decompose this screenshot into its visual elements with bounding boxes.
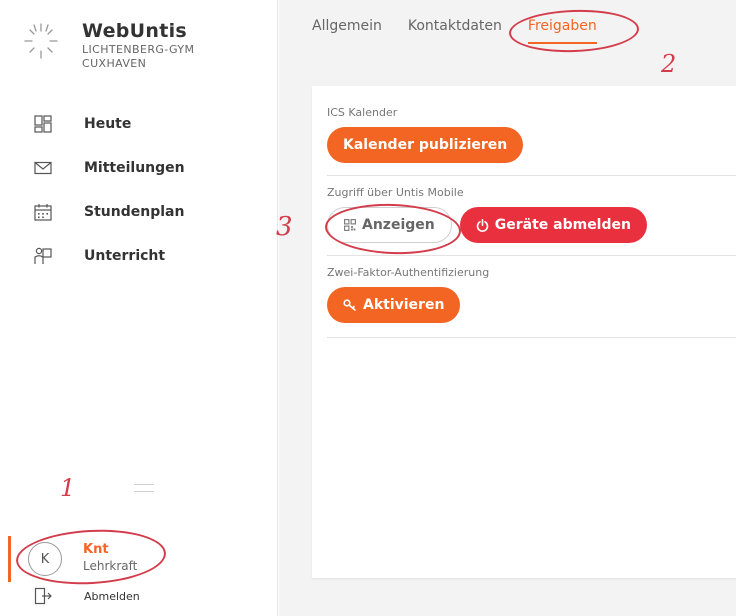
annotation-number-3: 3: [276, 212, 293, 242]
calendar-icon: [34, 204, 52, 221]
sidebar-item-label: Stundenplan: [84, 204, 185, 220]
sidebar-item-label: Heute: [84, 116, 132, 132]
mail-icon: [34, 161, 52, 175]
annotation-number-1: 1: [60, 474, 76, 502]
tab-kontaktdaten[interactable]: Kontaktdaten: [408, 18, 502, 44]
sidebar: WebUntis LICHTENBERG-GYM CUXHAVEN Heute: [0, 0, 278, 616]
school-name-line2: CUXHAVEN: [82, 57, 147, 70]
logout-icon: [34, 587, 52, 605]
sidebar-item-unterricht[interactable]: Unterricht: [34, 234, 264, 278]
annotation-ellipse-2: [508, 7, 640, 55]
annotation-number-2: 2: [661, 50, 677, 78]
activate-2fa-button[interactable]: Aktivieren: [327, 287, 461, 323]
section-label: ICS Kalender: [327, 106, 398, 119]
sidebar-item-label: Mitteilungen: [84, 160, 185, 176]
school-name-line1: LICHTENBERG-GYM: [82, 43, 195, 56]
logout-button[interactable]: Abmelden: [34, 587, 140, 605]
brand-title: WebUntis: [82, 20, 188, 42]
key-icon: [343, 299, 356, 311]
tab-allgemein[interactable]: Allgemein: [312, 18, 382, 44]
brand[interactable]: WebUntis LICHTENBERG-GYM CUXHAVEN: [22, 20, 194, 70]
publish-calendar-button[interactable]: Kalender publizieren: [327, 127, 524, 163]
sidebar-nav: Heute Mitteilungen Stundenplan Unterrich…: [34, 102, 264, 278]
webuntis-logo-icon: [24, 23, 58, 59]
active-indicator: [8, 536, 11, 582]
section-two-factor: Zwei-Faktor-Authentifizierung Aktivieren: [327, 266, 736, 338]
main-content: Allgemein Kontaktdaten Freigaben 2 ICS K…: [279, 0, 736, 616]
section-label: Zwei-Faktor-Authentifizierung: [327, 266, 490, 279]
sidebar-item-label: Unterricht: [84, 248, 166, 264]
section-label: Zugriff über Untis Mobile: [327, 186, 464, 199]
collapse-handle-icon[interactable]: [134, 484, 154, 492]
logout-devices-button[interactable]: Geräte abmelden: [459, 207, 647, 243]
section-ics-calendar: ICS Kalender Kalender publizieren: [327, 106, 736, 176]
dashboard-icon: [34, 115, 52, 133]
power-icon: [476, 218, 489, 232]
sidebar-item-mitteilungen[interactable]: Mitteilungen: [34, 146, 264, 190]
logout-label: Abmelden: [84, 589, 140, 603]
sharing-settings-card: ICS Kalender Kalender publizieren Zugrif…: [312, 86, 736, 578]
activate-2fa-label: Aktivieren: [363, 297, 445, 313]
logout-devices-label: Geräte abmelden: [494, 217, 631, 233]
sidebar-item-stundenplan[interactable]: Stundenplan: [34, 190, 264, 234]
sidebar-item-heute[interactable]: Heute: [34, 102, 264, 146]
teacher-icon: [34, 247, 52, 264]
